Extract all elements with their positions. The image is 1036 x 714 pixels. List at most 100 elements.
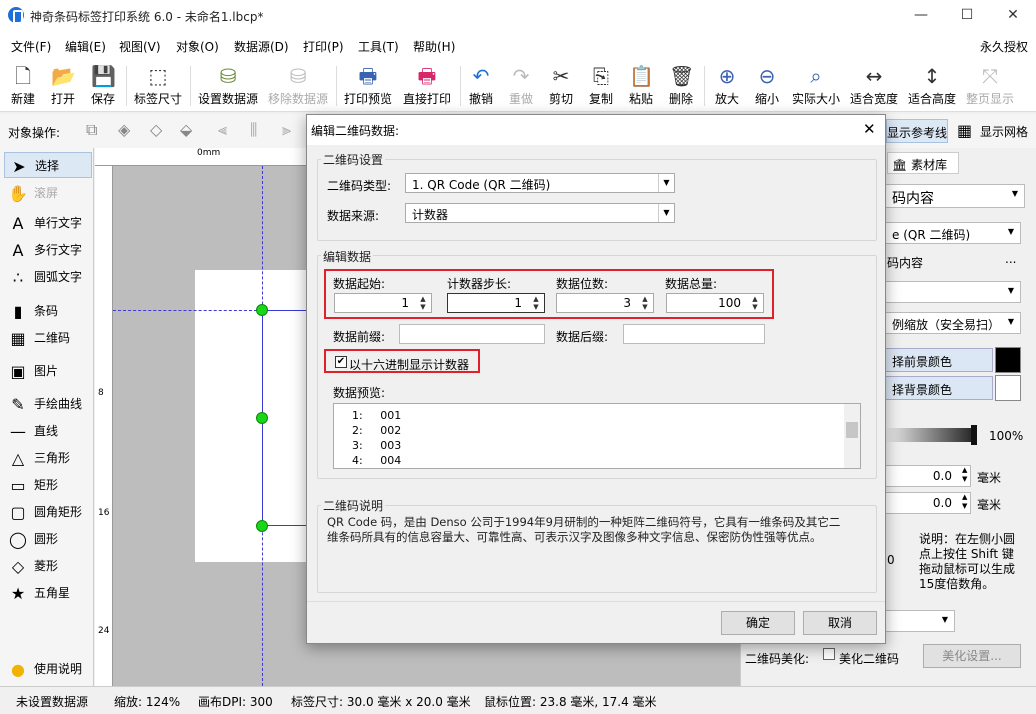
offset-x-input[interactable]: 0.0 <box>885 465 971 487</box>
hex-checkbox[interactable]: ✔ <box>335 356 347 368</box>
stepper-icon[interactable]: ▲ ▼ <box>962 466 967 484</box>
help-button[interactable]: ● 使用说明 <box>4 656 92 682</box>
more-button[interactable]: ... <box>1005 252 1016 266</box>
copy-button[interactable]: ⎘ 复制 <box>584 62 618 110</box>
tool-pan[interactable]: ✋ 滚屏 <box>4 180 92 206</box>
open-button[interactable]: 📂 打开 <box>46 62 80 110</box>
digits-spinner[interactable]: 3 ▲ ▼ <box>556 293 654 313</box>
content-select[interactable]: 码内容 ▼ <box>885 184 1025 208</box>
align-right-icon[interactable]: ⫸ <box>282 120 291 140</box>
beautify-settings-button[interactable]: 美化设置... <box>923 644 1021 668</box>
cut-button[interactable]: ✂ 剪切 <box>544 62 578 110</box>
save-icon: 💾 <box>91 64 116 88</box>
align-center-icon[interactable]: ⫼ <box>250 120 257 140</box>
label-size-button[interactable]: ⬚ 标签尺寸 <box>131 62 185 110</box>
menu-edit[interactable]: 编辑(E) <box>65 38 106 55</box>
menu-view[interactable]: 视图(V) <box>119 38 161 55</box>
scale-select[interactable]: 例缩放（安全易扫） ▼ <box>885 312 1021 334</box>
foreground-color-button[interactable]: 择前景颜色 <box>885 348 993 372</box>
redo-button[interactable]: ↷ 重做 <box>504 62 538 110</box>
full-page-button[interactable]: ⤧ 整页显示 <box>964 62 1016 110</box>
total-spinner[interactable]: 100 ▲ ▼ <box>666 293 764 313</box>
tool-image[interactable]: ▣ 图片 <box>4 358 92 384</box>
tool-diamond[interactable]: ◇ 菱形 <box>4 553 92 579</box>
resize-handle[interactable] <box>256 304 268 316</box>
tool-rectangle[interactable]: ▭ 矩形 <box>4 472 92 498</box>
hex-checkbox-label[interactable]: 以十六进制显示计数器 <box>349 356 469 373</box>
foreground-color-swatch[interactable] <box>995 347 1021 373</box>
tool-select[interactable]: ➤ 选择 <box>4 152 92 178</box>
menu-help[interactable]: 帮助(H) <box>413 38 455 55</box>
menu-datasource[interactable]: 数据源(D) <box>234 38 289 55</box>
new-button[interactable]: 🗋 新建 <box>6 62 40 110</box>
layer-top-icon[interactable]: ◈ <box>118 120 130 139</box>
tool-arc-text[interactable]: ∴ 圆弧文字 <box>4 264 92 290</box>
ok-button[interactable]: 确定 <box>721 611 795 635</box>
fit-width-button[interactable]: ↔ 适合宽度 <box>848 62 900 110</box>
close-window-button[interactable]: ✕ <box>990 0 1036 32</box>
background-color-swatch[interactable] <box>995 375 1021 401</box>
layer-up-icon[interactable]: ⧉ <box>86 120 97 140</box>
tool-barcode[interactable]: ▮ 条码 <box>4 298 92 324</box>
minimize-button[interactable]: — <box>898 0 944 32</box>
option-select[interactable]: ▼ <box>885 281 1021 303</box>
data-source-combobox[interactable]: 计数器 ▼ <box>405 203 675 223</box>
paste-icon: 📋 <box>629 64 654 88</box>
menu-file[interactable]: 文件(F) <box>11 38 51 55</box>
opacity-slider-thumb[interactable] <box>971 425 977 445</box>
tool-freehand[interactable]: ✎ 手绘曲线 <box>4 391 92 417</box>
align-left-icon[interactable]: ⫷ <box>218 120 227 140</box>
rectangle-icon: ▭ <box>10 475 26 495</box>
offset-y-input[interactable]: 0.0 <box>885 492 971 514</box>
tool-circle[interactable]: ◯ 圆形 <box>4 526 92 552</box>
beautify-checkbox-label[interactable]: 美化二维码 <box>839 650 899 667</box>
step-spinner[interactable]: 1 ▲ ▼ <box>447 293 545 313</box>
opacity-slider[interactable] <box>885 428 975 442</box>
menu-object[interactable]: 对象(O) <box>176 38 219 55</box>
show-grid-toggle[interactable]: 显示网格 <box>980 123 1028 140</box>
delete-button[interactable]: 🗑 删除 <box>664 62 698 110</box>
tool-rounded-rectangle[interactable]: ▢ 圆角矩形 <box>4 499 92 525</box>
print-preview-button[interactable]: 🖶 打印预览 <box>341 62 395 110</box>
undo-button[interactable]: ↶ 撤销 <box>464 62 498 110</box>
resize-handle[interactable] <box>256 520 268 532</box>
set-datasource-button[interactable]: ⛁ 设置数据源 <box>195 62 261 110</box>
actual-size-button[interactable]: ⌕ 实际大小 <box>790 62 842 110</box>
grid-icon: ▦ <box>957 121 973 140</box>
layer-down-icon[interactable]: ◇ <box>150 120 162 139</box>
remove-datasource-button[interactable]: ⛁ 移除数据源 <box>265 62 331 110</box>
tool-qrcode[interactable]: ▦ 二维码 <box>4 325 92 351</box>
menu-tools[interactable]: 工具(T) <box>358 38 399 55</box>
save-button[interactable]: 💾 保存 <box>86 62 120 110</box>
print-button[interactable]: 🖶 直接打印 <box>400 62 454 110</box>
fit-height-button[interactable]: ↕ 适合高度 <box>906 62 958 110</box>
show-ref-line-toggle[interactable]: 显示参考线 <box>886 119 948 143</box>
paste-button[interactable]: 📋 粘贴 <box>624 62 658 110</box>
cancel-button[interactable]: 取消 <box>803 611 877 635</box>
start-spinner[interactable]: 1 ▲ ▼ <box>334 293 432 313</box>
qr-type-select[interactable]: e (QR 二维码) ▼ <box>885 222 1021 244</box>
background-color-button[interactable]: 择背景颜色 <box>885 376 993 400</box>
preview-list[interactable]: 1: 001 2: 002 3: 003 4: 004 <box>333 403 861 469</box>
qr-type-combobox[interactable]: 1. QR Code (QR 二维码) ▼ <box>405 173 675 193</box>
tool-line[interactable]: — 直线 <box>4 418 92 444</box>
prefix-input[interactable] <box>399 324 545 344</box>
material-library-tab[interactable]: 🏛 素材库 <box>887 152 959 174</box>
beautify-checkbox[interactable] <box>823 648 835 660</box>
tool-multi-line-text[interactable]: A 多行文字 <box>4 237 92 263</box>
layer-bottom-icon[interactable]: ⬙ <box>180 120 192 139</box>
stepper-icon[interactable]: ▲ ▼ <box>962 493 967 511</box>
scrollbar-thumb[interactable] <box>846 422 858 438</box>
suffix-input[interactable] <box>623 324 765 344</box>
preview-scrollbar[interactable] <box>844 404 860 468</box>
tool-star[interactable]: ★ 五角星 <box>4 580 92 606</box>
zoom-in-button[interactable]: ⊕ 放大 <box>710 62 744 110</box>
tool-triangle[interactable]: △ 三角形 <box>4 445 92 471</box>
resize-handle[interactable] <box>256 412 268 424</box>
dialog-close-icon[interactable]: ✕ <box>863 120 876 138</box>
maximize-button[interactable]: ☐ <box>944 0 990 32</box>
tool-single-line-text[interactable]: A 单行文字 <box>4 210 92 236</box>
misc-select[interactable]: ▼ <box>885 610 955 632</box>
zoom-out-button[interactable]: ⊖ 缩小 <box>750 62 784 110</box>
menu-print[interactable]: 打印(P) <box>303 38 344 55</box>
